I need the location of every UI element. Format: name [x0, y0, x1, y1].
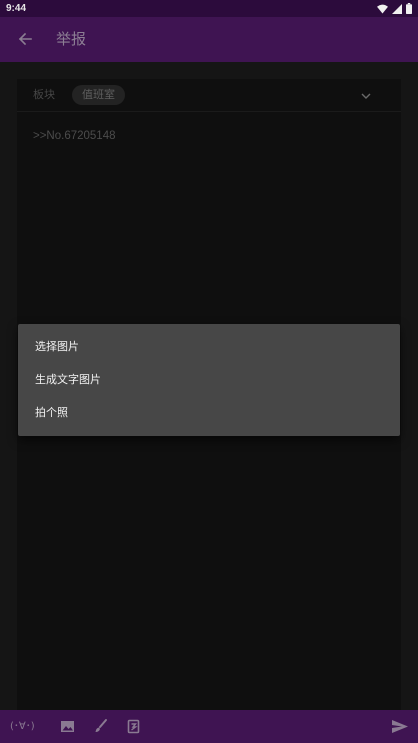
chevron-down-icon[interactable] — [359, 88, 373, 102]
section-chip[interactable]: 值班室 — [72, 85, 125, 105]
send-icon[interactable] — [391, 718, 408, 735]
content-text[interactable]: >>No.67205148 — [33, 130, 116, 142]
section-label: 板块 — [33, 88, 55, 101]
status-bar: 9:44 — [0, 0, 418, 17]
app-bar: 举报 — [0, 17, 418, 62]
menu-item-take-photo[interactable]: 拍个照 — [18, 396, 400, 429]
brush-icon[interactable] — [92, 718, 109, 735]
arrow-left-icon — [18, 31, 32, 50]
page-title: 举报 — [56, 30, 87, 48]
back-button[interactable] — [12, 27, 38, 53]
menu-item-choose-image[interactable]: 选择图片 — [18, 330, 400, 363]
image-icon[interactable] — [59, 718, 76, 735]
attachment-popup-menu: 选择图片 生成文字图片 拍个照 — [18, 324, 400, 436]
report-screen: 9:44 举报 板块 值班室 >>No.67205148 选择图片 生成文字图片… — [0, 0, 418, 743]
status-time: 9:44 — [6, 3, 27, 14]
bottom-toolbar: (･∀･) — [0, 710, 418, 743]
menu-item-text-image[interactable]: 生成文字图片 — [18, 363, 400, 396]
kaomoji-button[interactable]: (･∀･) — [10, 710, 35, 743]
dice-icon[interactable] — [125, 718, 142, 735]
section-selector[interactable]: 板块 值班室 — [17, 79, 401, 112]
